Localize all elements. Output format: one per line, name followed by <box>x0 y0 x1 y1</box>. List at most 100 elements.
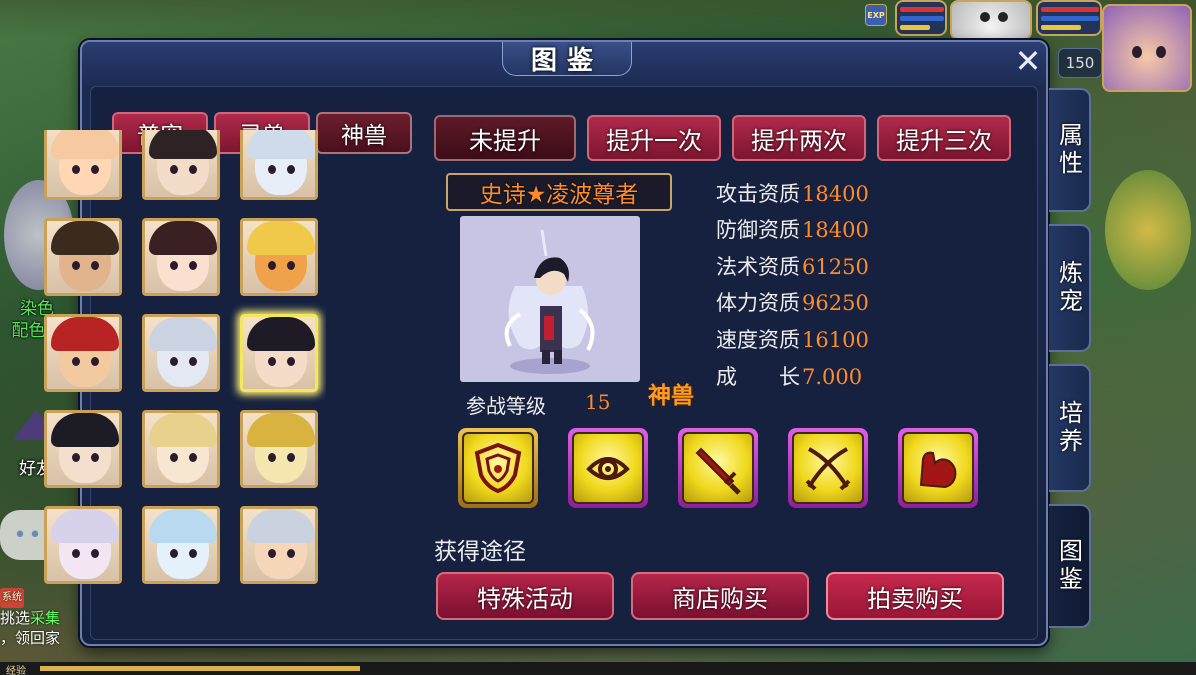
sword-icon <box>695 447 741 495</box>
tab-not-upgraded[interactable]: 未提升 <box>434 115 576 161</box>
skill-strike[interactable] <box>678 428 758 508</box>
pet-card-eye <box>287 165 295 174</box>
pet-card-eye <box>72 261 80 270</box>
pet-card[interactable] <box>142 410 220 488</box>
stat-attack: 攻击资质18400 <box>716 182 869 206</box>
tab-upgrade-thrice[interactable]: 提升三次 <box>877 115 1011 161</box>
pet-card-eye <box>189 453 197 462</box>
skill-insight[interactable] <box>568 428 648 508</box>
stat-magic: 法术资质61250 <box>716 255 869 279</box>
pet-card-hair <box>149 130 217 159</box>
close-button[interactable]: ✕ <box>1010 44 1046 78</box>
pet-card-eye <box>268 453 276 462</box>
pet-card-hair <box>247 130 315 159</box>
pet-card-eye <box>72 453 80 462</box>
pet-card-hair <box>247 317 315 351</box>
pet-card-eye <box>170 549 178 558</box>
pet-card[interactable] <box>44 218 122 296</box>
stat-growth: 成 长7.000 <box>716 365 863 389</box>
system-tag: 系统 <box>0 588 24 608</box>
pet-card-eye <box>268 165 276 174</box>
player-level: 150 <box>1058 48 1102 78</box>
skill-shield[interactable] <box>458 428 538 508</box>
pet-card[interactable] <box>142 506 220 584</box>
tab-upgrade-twice[interactable]: 提升两次 <box>732 115 866 161</box>
pet-card-eye <box>189 357 197 366</box>
pet-type-badge: 神兽 <box>648 383 694 409</box>
player-avatar[interactable] <box>1102 4 1192 92</box>
pet-card[interactable] <box>142 130 220 200</box>
exp-bar: 经验 <box>0 662 1196 675</box>
pet-card-eye <box>170 261 178 270</box>
pet-card-hair <box>51 130 119 159</box>
tab-upgrade-once[interactable]: 提升一次 <box>587 115 721 161</box>
pet-card-hair <box>51 221 119 255</box>
skill-might[interactable] <box>898 428 978 508</box>
stat-defense: 防御资质18400 <box>716 218 869 242</box>
pet-card-eye <box>91 549 99 558</box>
pet-card-eye <box>287 453 295 462</box>
pet-card-eye <box>268 357 276 366</box>
side-tab-attributes[interactable]: 属性 <box>1049 88 1091 212</box>
side-tab-codex[interactable]: 图鉴 <box>1049 504 1091 628</box>
stat-speed: 速度资质16100 <box>716 328 869 352</box>
pet-card[interactable] <box>240 218 318 296</box>
pet-card-eye <box>268 549 276 558</box>
pet-card-eye <box>72 357 80 366</box>
pet-card[interactable] <box>44 410 122 488</box>
pet-card[interactable] <box>44 314 122 392</box>
special-event-button[interactable]: 特殊活动 <box>436 572 614 620</box>
side-tab-train[interactable]: 培养 <box>1049 364 1091 492</box>
pet-card-hair <box>51 509 119 543</box>
pet-card-hair <box>51 413 119 447</box>
pet-card-eye <box>287 549 295 558</box>
pet-card[interactable] <box>240 314 318 392</box>
exp-boost-icon[interactable]: EXP <box>865 4 887 26</box>
pet-card[interactable] <box>44 506 122 584</box>
pet-card-hair <box>51 317 119 351</box>
pet-card-eye <box>91 165 99 174</box>
pet-card[interactable] <box>240 130 318 200</box>
pet-card-eye <box>189 261 197 270</box>
shop-purchase-button[interactable]: 商店购买 <box>631 572 809 620</box>
dialog-title: 图鉴 <box>502 42 632 76</box>
pet-card-eye <box>287 357 295 366</box>
pet-card-eye <box>72 549 80 558</box>
pet-card-hair <box>149 317 217 351</box>
pet-card-eye <box>287 261 295 270</box>
tab-divine-beast[interactable]: 神兽 <box>316 112 412 154</box>
pet-card-hair <box>247 221 315 255</box>
pet-card[interactable] <box>44 130 122 200</box>
eye-icon <box>586 457 630 480</box>
pet-card-eye <box>91 453 99 462</box>
pet-card-hair <box>149 509 217 543</box>
side-tab-refine[interactable]: 炼宠 <box>1049 224 1091 352</box>
pet-card-eye <box>189 165 197 174</box>
pet-card-eye <box>170 165 178 174</box>
pet-card-eye <box>189 549 197 558</box>
pet-avatar[interactable] <box>950 0 1032 40</box>
pet-card-hair <box>247 509 315 543</box>
pet-card[interactable] <box>240 506 318 584</box>
pet-card[interactable] <box>142 314 220 392</box>
auction-purchase-button[interactable]: 拍卖购买 <box>826 572 1004 620</box>
pet-card-eye <box>72 165 80 174</box>
pet-card-eye <box>170 453 178 462</box>
pet-card[interactable] <box>142 218 220 296</box>
crossed-swords-icon <box>805 447 851 491</box>
pet-card-hair <box>149 221 217 255</box>
stat-stamina: 体力资质96250 <box>716 291 869 315</box>
pet-portrait <box>460 216 640 382</box>
shield-icon <box>474 442 522 494</box>
scene-creature <box>1105 170 1191 290</box>
pet-card[interactable] <box>240 410 318 488</box>
pet-portrait-figure <box>504 229 595 374</box>
muscle-arm-icon <box>919 451 957 489</box>
skill-dual-strike[interactable] <box>788 428 868 508</box>
pet-card-eye <box>170 357 178 366</box>
pet-card-hair <box>247 413 315 447</box>
pet-card-eye <box>91 357 99 366</box>
pet-grid[interactable] <box>44 130 326 616</box>
pet-hud-frame <box>895 0 947 36</box>
pet-card-eye <box>268 261 276 270</box>
